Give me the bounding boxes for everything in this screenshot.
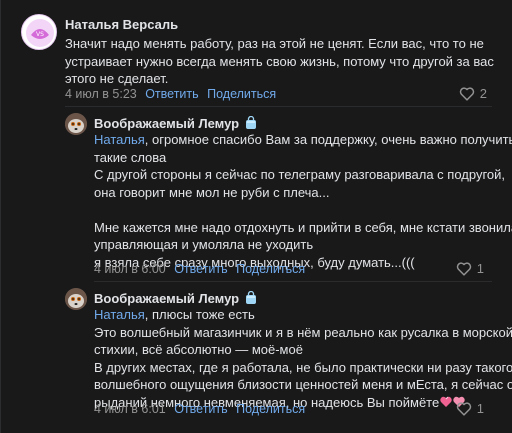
bag-badge-icon xyxy=(245,116,256,129)
comment-text: Наталья, огромное спасибо Вам за поддерж… xyxy=(94,131,512,271)
reply-button[interactable]: Ответить xyxy=(145,87,198,101)
share-button[interactable]: Поделиться xyxy=(236,402,305,416)
avatar-lemur-icon xyxy=(65,288,87,310)
comment-meta: 4 июл в 6:00 Ответить Поделиться xyxy=(94,261,305,278)
author-name: Воображаемый Лемур xyxy=(94,116,240,131)
comment-line: Мне кажется мне надо отдохнуть и прийти … xyxy=(94,219,512,235)
share-button[interactable]: Поделиться xyxy=(207,87,276,101)
comment-line: такие слова xyxy=(94,149,167,165)
comment-author[interactable]: Наталья Версаль xyxy=(65,16,178,33)
comment-text: Наталья, плюсы тоже есть Это волшебный м… xyxy=(94,306,512,412)
heart-outline-icon xyxy=(456,262,471,276)
comment-text: Значит надо менять работу, раз на этой н… xyxy=(65,35,494,88)
comment-line: Значит надо менять работу, раз на этой н… xyxy=(65,36,484,51)
avatar[interactable] xyxy=(65,113,87,135)
like-button[interactable]: 2 xyxy=(459,85,487,102)
avatar[interactable] xyxy=(65,288,87,310)
comment-line: волшебного ощущения близости ценностей м… xyxy=(94,377,512,392)
heart-outline-icon xyxy=(459,87,474,101)
comment-meta: 4 июл в 6:01 Ответить Поделиться xyxy=(94,401,305,418)
comment-date[interactable]: 4 июл в 6:00 xyxy=(94,262,166,276)
mention-link[interactable]: Наталья xyxy=(94,307,145,322)
comment-line: этого не сделает. xyxy=(65,71,169,86)
comment-author[interactable]: Воображаемый Лемур xyxy=(94,115,257,132)
avatar-logo-icon: VS xyxy=(23,16,56,49)
comment-date[interactable]: 4 июл в 5:23 xyxy=(65,87,137,101)
avatar[interactable]: VS xyxy=(21,14,57,50)
comment-line: , огромное спасибо Вам за поддержку, оче… xyxy=(144,132,512,147)
comments-panel: VS Наталья Версаль Значит надо менять ра… xyxy=(0,0,512,433)
divider xyxy=(65,106,492,107)
like-count: 1 xyxy=(476,401,484,416)
comment-line: Это волшебный магазинчик и я в нём реаль… xyxy=(94,324,512,340)
reply-button[interactable]: Ответить xyxy=(174,402,227,416)
comment-blank-line xyxy=(94,201,512,219)
comment-line: С другой стороны я сейчас по телеграму р… xyxy=(94,167,506,182)
author-name: Воображаемый Лемур xyxy=(94,291,240,306)
comment-line: стихии, всё абсолютно — моё-моё xyxy=(94,342,303,357)
share-button[interactable]: Поделиться xyxy=(236,262,305,276)
comment-line: управляющая и умоляла не уходить xyxy=(94,237,314,252)
like-count: 2 xyxy=(479,86,487,101)
avatar-lemur-icon xyxy=(65,113,87,135)
like-button[interactable]: 1 xyxy=(456,400,484,417)
divider xyxy=(94,281,492,282)
comment-line: она говорит мне мол не руби с плеча... xyxy=(94,184,330,200)
mention-link[interactable]: Наталья xyxy=(94,132,145,147)
comment-line: В других местах, где я работала, не было… xyxy=(94,359,512,375)
comment-line: , плюсы тоже есть xyxy=(144,307,255,322)
comment-date[interactable]: 4 июл в 6:01 xyxy=(94,402,166,416)
like-count: 1 xyxy=(476,261,484,276)
reply-button[interactable]: Ответить xyxy=(174,262,227,276)
bag-badge-icon xyxy=(245,291,256,304)
comment-meta: 4 июл в 5:23 Ответить Поделиться xyxy=(65,86,276,103)
comment-author[interactable]: Воображаемый Лемур xyxy=(94,290,257,307)
like-button[interactable]: 1 xyxy=(456,260,484,277)
svg-text:VS: VS xyxy=(36,31,44,38)
heart-outline-icon xyxy=(456,402,471,416)
comment-line: устраивает нужно всегда менять свою жизн… xyxy=(65,53,494,69)
